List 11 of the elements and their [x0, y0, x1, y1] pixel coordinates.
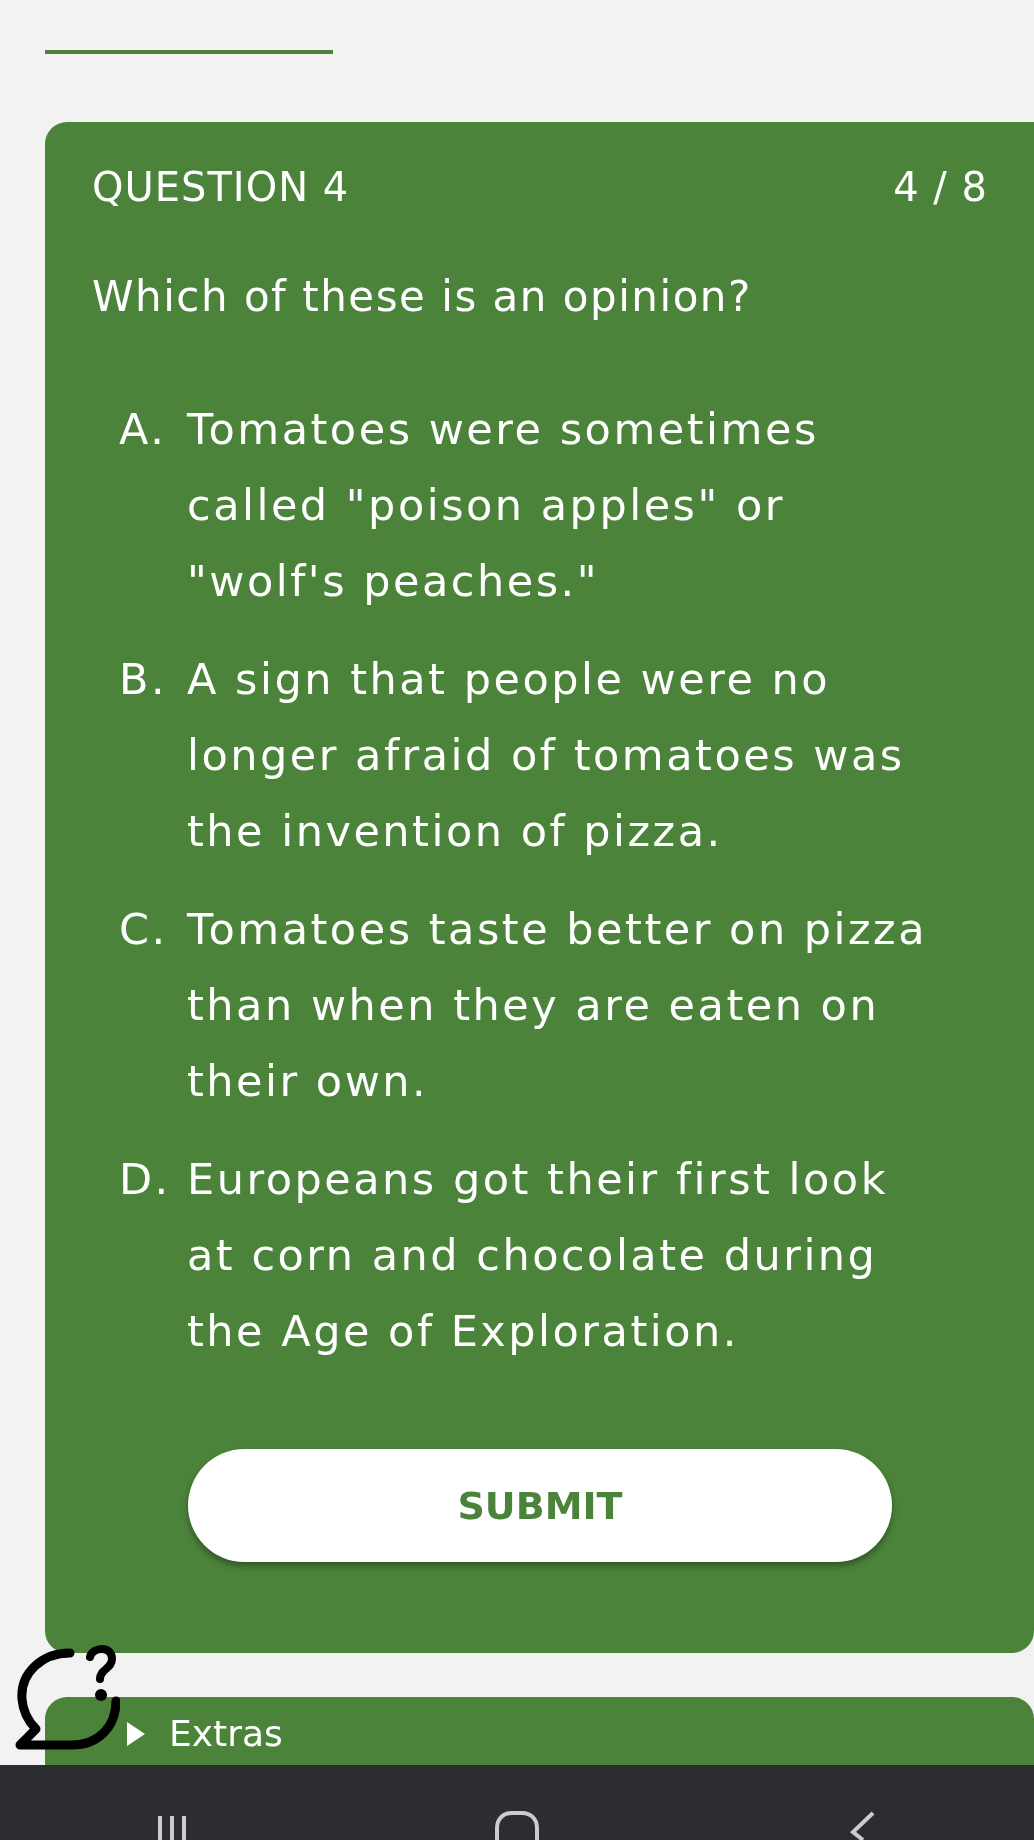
submit-button[interactable]: SUBMIT [188, 1449, 892, 1562]
answer-option[interactable]: C. Tomatoes taste better on pizza than when they are eaten on their own. [119, 891, 988, 1119]
question-counter: 4 / 8 [893, 164, 988, 210]
home-icon[interactable] [494, 1810, 540, 1840]
question-prompt: Which of these is an opinion? [92, 272, 753, 321]
answer-option[interactable]: D. Europeans got their first look at corn and chocolate during the Age of Exploration. [119, 1141, 988, 1369]
question-label: QUESTION 4 [92, 164, 350, 210]
caret-icon [125, 1720, 147, 1747]
answer-option[interactable]: A. Tomatoes were sometimes called "poison apples" or "wolf's peaches." [119, 391, 988, 619]
extras-toggle[interactable]: Extras [125, 1713, 283, 1754]
answer-option[interactable]: B. A sign that people were no longer afraid of tomatoes was the invention of pizza. [119, 641, 988, 869]
